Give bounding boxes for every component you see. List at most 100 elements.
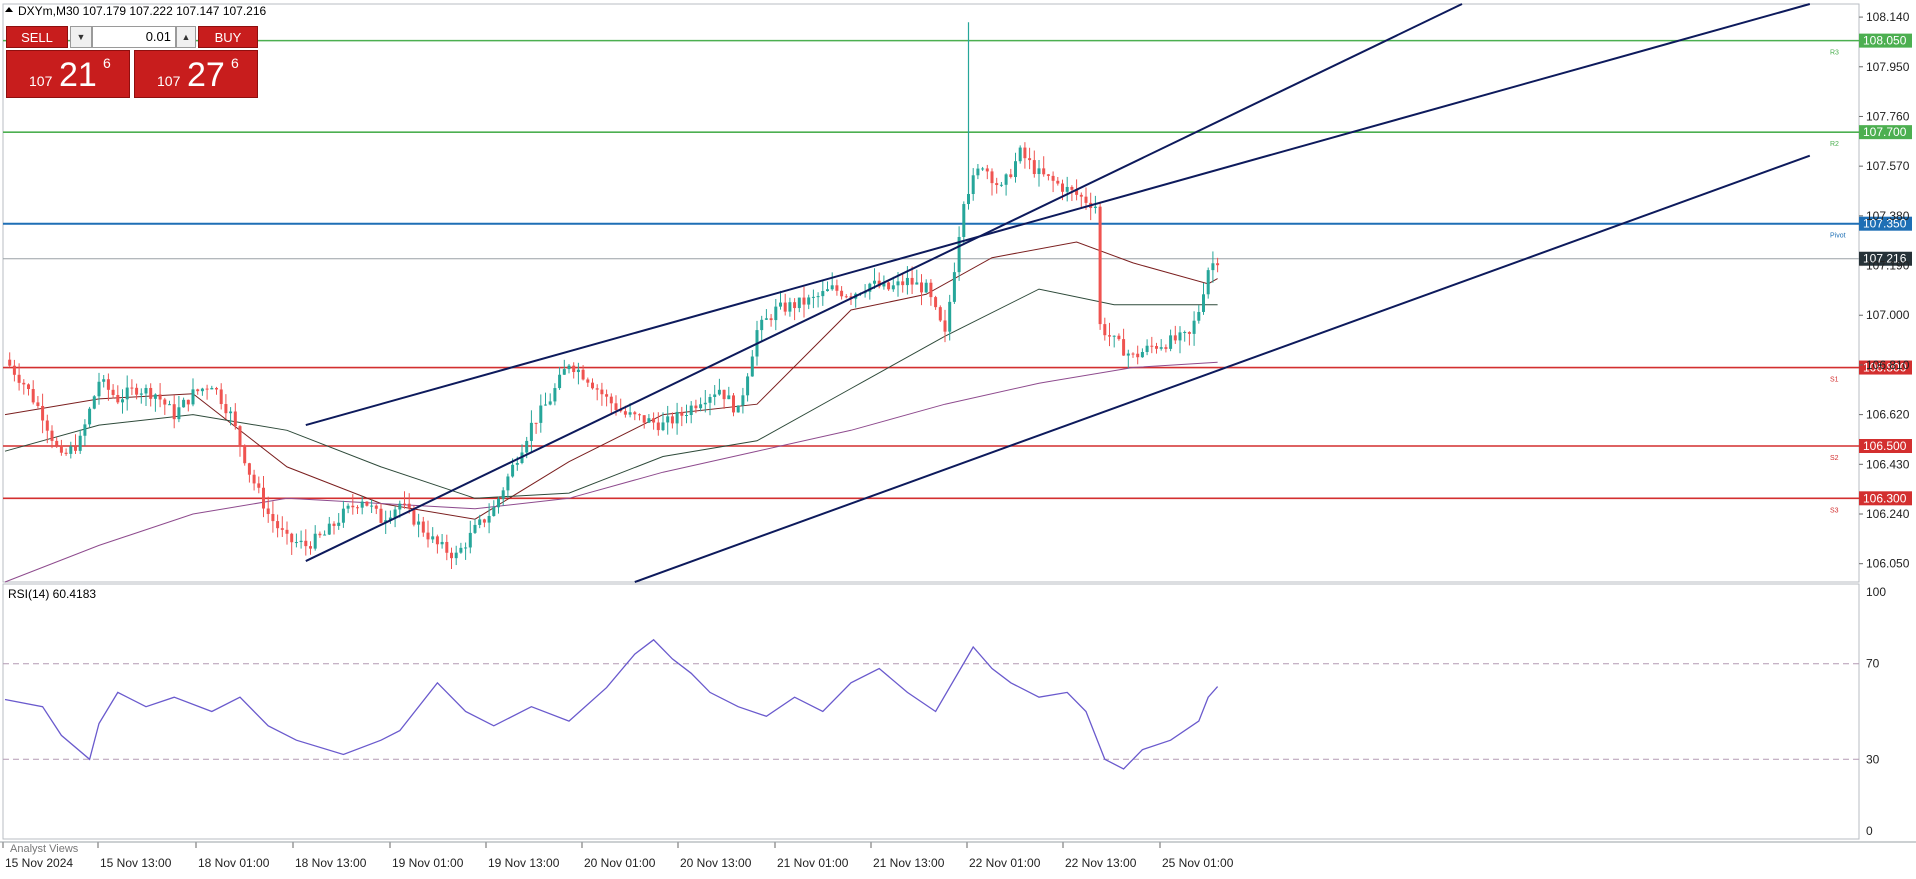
candle-body bbox=[670, 416, 674, 424]
buy-quote[interactable]: 107 27 6 bbox=[134, 50, 258, 98]
candle-body bbox=[572, 365, 576, 373]
candle-body bbox=[638, 414, 641, 416]
candle-body bbox=[595, 388, 599, 390]
candle-body bbox=[285, 529, 289, 534]
candle-body bbox=[816, 296, 820, 298]
candle-body bbox=[360, 501, 364, 508]
level-price-label: 106.300 bbox=[1863, 491, 1907, 505]
buy-quote-big: 27 bbox=[187, 56, 225, 94]
trading-chart[interactable]: R3 108.050 R2 107.700 Pivot 107.350 S1 106.800 S… bbox=[0, 0, 1916, 874]
candle-body bbox=[1093, 206, 1097, 209]
candle-body bbox=[1112, 335, 1116, 337]
candle-body bbox=[346, 505, 350, 509]
candle-body bbox=[97, 381, 101, 397]
candle-body bbox=[210, 387, 214, 390]
time-tick-label: 21 Nov 01:00 bbox=[777, 856, 849, 870]
candle-body bbox=[1009, 174, 1013, 178]
price-tick-label: 107.760 bbox=[1866, 109, 1910, 123]
price-tick-label: 106.240 bbox=[1866, 507, 1910, 521]
candle-body bbox=[186, 399, 190, 405]
candle-body bbox=[135, 387, 139, 395]
candle-body bbox=[482, 519, 486, 523]
candle-body bbox=[454, 552, 458, 559]
candle-body bbox=[417, 521, 421, 525]
lot-size-input[interactable]: 0.01 bbox=[92, 26, 176, 48]
lot-decrease-button[interactable]: ▼ bbox=[70, 26, 92, 48]
candle-body bbox=[435, 536, 439, 545]
candle-body bbox=[694, 405, 698, 409]
time-tick-label: 25 Nov 01:00 bbox=[1162, 856, 1234, 870]
candle-body bbox=[811, 296, 815, 298]
candle-body bbox=[233, 411, 237, 427]
candle-body bbox=[990, 171, 994, 184]
candle-body bbox=[633, 412, 637, 415]
buy-quote-sup: 6 bbox=[231, 55, 239, 71]
candle-body bbox=[130, 387, 134, 389]
time-tick-label: 22 Nov 01:00 bbox=[969, 856, 1041, 870]
candle-body bbox=[764, 318, 768, 320]
candle-body bbox=[487, 516, 491, 523]
chart-canvas[interactable]: R3108.050R2107.700Pivot107.350S1106.800S… bbox=[0, 0, 1916, 874]
candle-body bbox=[431, 536, 435, 540]
candle-body bbox=[746, 376, 750, 396]
candle-body bbox=[153, 394, 157, 399]
candle-body bbox=[168, 404, 171, 406]
rsi-tick-label: 100 bbox=[1866, 585, 1886, 599]
candle-body bbox=[727, 395, 731, 400]
candle-body bbox=[835, 285, 839, 291]
candle-body bbox=[609, 396, 613, 404]
candle-body bbox=[995, 183, 999, 186]
candle-body bbox=[1023, 147, 1027, 159]
candle-body bbox=[1037, 168, 1041, 175]
candle-body bbox=[548, 401, 552, 405]
candle-body bbox=[1126, 353, 1130, 356]
candle-body bbox=[327, 523, 331, 535]
candle-body bbox=[313, 533, 317, 549]
candle-body bbox=[924, 282, 928, 293]
price-tick-label: 107.570 bbox=[1866, 159, 1910, 173]
candle-body bbox=[1183, 332, 1187, 334]
candle-body bbox=[976, 168, 980, 176]
candle-body bbox=[1098, 206, 1102, 325]
price-tick-label: 108.140 bbox=[1866, 10, 1910, 24]
candle-body bbox=[12, 365, 16, 375]
buy-button[interactable]: BUY bbox=[198, 26, 258, 48]
candle-body bbox=[172, 404, 176, 420]
candle-body bbox=[821, 291, 825, 297]
candle-body bbox=[905, 277, 909, 286]
candle-body bbox=[699, 404, 703, 409]
lot-increase-button[interactable]: ▲ bbox=[176, 26, 196, 48]
candle-body bbox=[600, 389, 604, 395]
sell-quote-sup: 6 bbox=[103, 55, 111, 71]
candle-body bbox=[1061, 183, 1064, 192]
candle-body bbox=[27, 384, 30, 390]
candle-body bbox=[920, 282, 923, 293]
candle-body bbox=[647, 418, 651, 423]
candle-body bbox=[901, 281, 905, 286]
candle-body bbox=[741, 395, 745, 406]
candle-body bbox=[1084, 196, 1088, 203]
candle-body bbox=[426, 532, 430, 540]
price-tick-label: 106.430 bbox=[1866, 457, 1910, 471]
candle-body bbox=[478, 519, 482, 525]
candle-body bbox=[243, 445, 247, 464]
candle-body bbox=[952, 272, 956, 302]
level-name-s3: S3 bbox=[1830, 507, 1839, 514]
candle-body bbox=[971, 175, 975, 195]
candle-body bbox=[1140, 352, 1144, 358]
sell-quote[interactable]: 107 21 6 bbox=[6, 50, 130, 98]
candle-body bbox=[689, 405, 693, 416]
candle-body bbox=[41, 405, 45, 421]
candle-body bbox=[703, 402, 707, 405]
analyst-views-tab[interactable]: Analyst Views bbox=[10, 843, 79, 855]
candle-body bbox=[938, 307, 942, 321]
candle-body bbox=[1150, 345, 1154, 347]
candle-body bbox=[793, 302, 797, 309]
level-price-label: 108.050 bbox=[1863, 34, 1907, 48]
candle-body bbox=[196, 389, 200, 392]
candle-body bbox=[576, 369, 580, 373]
candle-body bbox=[656, 422, 660, 431]
candle-body bbox=[1051, 175, 1055, 181]
sell-button[interactable]: SELL bbox=[6, 26, 68, 48]
candle-body bbox=[769, 318, 773, 321]
